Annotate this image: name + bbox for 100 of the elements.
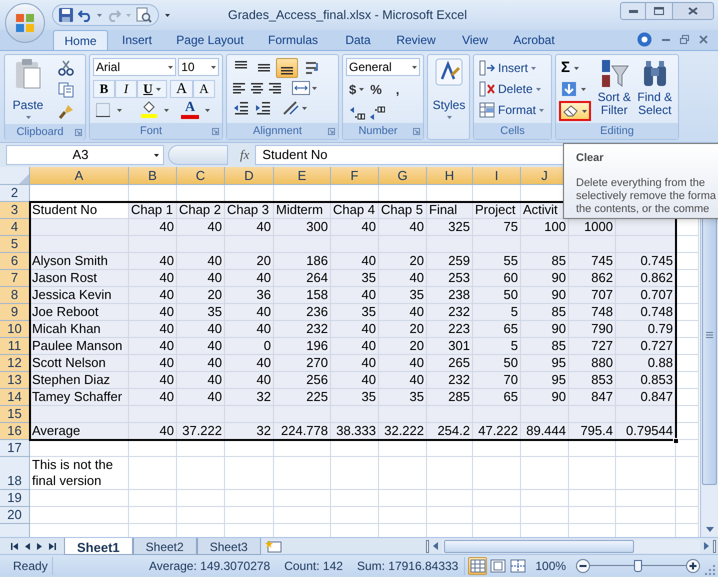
column-header[interactable]: A [30, 167, 129, 185]
status-count: Count: 142 [284, 558, 343, 574]
row-header[interactable]: 17 [0, 440, 30, 457]
sort-filter-button[interactable]: Sort & Filter [594, 58, 634, 121]
table-cell: 40 [129, 270, 177, 287]
table-cell: 0.745 [616, 253, 676, 270]
table-cell: Chap 1 [129, 202, 177, 219]
table-cell: 264 [274, 270, 331, 287]
table-cell: 85 [521, 253, 569, 270]
table-cell: 40 [129, 423, 177, 440]
grow-font-button[interactable]: A [170, 80, 193, 98]
ribbon-tab[interactable]: Formulas [254, 30, 332, 50]
table-cell: 40 [331, 287, 379, 304]
table-cell: 55 [473, 253, 521, 270]
row-header[interactable]: 16 [0, 423, 30, 440]
row-header[interactable]: 6 [0, 253, 30, 270]
name-box[interactable]: A3 [6, 145, 164, 165]
table-cell: Chap 3 [225, 202, 274, 219]
column-header[interactable]: E [274, 167, 331, 185]
table-cell: 847 [569, 389, 616, 406]
sheet-tab[interactable]: Sheet1 [64, 538, 133, 554]
row-header[interactable]: 2 [0, 185, 30, 202]
ribbon-tab[interactable]: Acrobat [502, 30, 566, 50]
row-header[interactable]: 15 [0, 406, 30, 423]
table-cell: 20 [379, 253, 427, 270]
row-header[interactable]: 18 [0, 457, 30, 490]
currency-button[interactable]: $ [349, 80, 364, 100]
column-header[interactable]: I [473, 167, 521, 185]
table-cell: 40 [177, 338, 225, 355]
delete-cells-button[interactable]: Delete [479, 79, 548, 99]
table-cell: Midterm [274, 202, 331, 219]
table-cell: 40 [225, 219, 274, 236]
find-select-button[interactable]: Find & Select [634, 58, 675, 121]
row-header[interactable]: 8 [0, 287, 30, 304]
column-header[interactable]: F [331, 167, 379, 185]
insert-cells-button[interactable]: Insert [479, 58, 548, 78]
group-label: Font [138, 124, 163, 139]
font-color-button[interactable]: A [181, 101, 199, 119]
table-cell: 0.853 [616, 372, 676, 389]
ribbon-tab[interactable]: Review [384, 30, 448, 50]
paste-button[interactable]: Paste [8, 58, 48, 124]
table-cell: Tamey Schaffer [30, 389, 129, 406]
table-cell: 707 [569, 287, 616, 304]
table-cell: 90 [521, 287, 569, 304]
font-size-field[interactable]: 10 [178, 58, 219, 76]
bold-button[interactable]: B [93, 80, 115, 98]
table-cell: 238 [427, 287, 473, 304]
shrink-font-button[interactable]: A [193, 80, 215, 98]
format-cells-button[interactable]: Format [479, 100, 548, 120]
row-header[interactable]: 7 [0, 270, 30, 287]
table-cell: 35 [379, 287, 427, 304]
status-sum: Sum: 17916.84333 [356, 558, 458, 574]
underline-button[interactable]: U [137, 80, 167, 98]
row-header[interactable]: 11 [0, 338, 30, 355]
percent-button[interactable]: % [370, 80, 382, 100]
column-header[interactable]: G [379, 167, 427, 185]
ribbon-tab[interactable]: Home [53, 30, 108, 50]
column-header[interactable]: C [177, 167, 225, 185]
row-header[interactable]: 3 [0, 202, 30, 219]
table-cell: 853 [569, 372, 616, 389]
column-header[interactable]: H [427, 167, 473, 185]
sheet-tab[interactable]: Sheet2 [132, 538, 197, 554]
row-header[interactable]: 4 [0, 219, 30, 236]
comma-button[interactable]: , [396, 80, 400, 100]
table-cell: 100 [521, 219, 569, 236]
column-header[interactable]: B [129, 167, 177, 185]
table-cell: 727 [569, 338, 616, 355]
row-header[interactable]: 10 [0, 321, 30, 338]
group-label: Editing [599, 124, 635, 139]
row-header[interactable]: 12 [0, 355, 30, 372]
table-cell: Paulee Manson [30, 338, 129, 355]
sheet-tab[interactable]: Sheet3 [196, 538, 261, 554]
styles-button[interactable]: Styles [431, 58, 467, 119]
window-title: Grades_Access_final.xlsx - Microsoft Excel [228, 6, 467, 24]
ribbon-tab[interactable]: Insert [108, 30, 166, 50]
table-cell: 40 [379, 270, 427, 287]
table-cell: 223 [427, 321, 473, 338]
row-header[interactable]: 14 [0, 389, 30, 406]
row-header[interactable]: 5 [0, 236, 30, 253]
table-cell: 1000 [569, 219, 616, 236]
italic-button[interactable]: I [115, 80, 137, 98]
zoom-level[interactable]: 100% [535, 556, 566, 574]
table-cell: 232 [274, 321, 331, 338]
row-header[interactable]: 13 [0, 372, 30, 389]
font-name-field[interactable]: Arial [93, 58, 176, 76]
insert-function-button[interactable]: fx [240, 145, 250, 165]
row-header[interactable]: 20 [0, 507, 30, 524]
row-header[interactable]: 9 [0, 304, 30, 321]
column-header[interactable]: D [225, 167, 274, 185]
row-header[interactable]: 19 [0, 490, 30, 507]
table-cell: 40 [225, 321, 274, 338]
number-format-field[interactable]: General [346, 58, 420, 76]
table-cell: 0.707 [616, 287, 676, 304]
autosum-button[interactable]: Σ [559, 59, 591, 77]
ribbon-tab[interactable]: Data [332, 30, 384, 50]
ribbon-tab[interactable]: View [448, 30, 502, 50]
table-cell: 38.333 [331, 423, 379, 440]
table-cell: 880 [569, 355, 616, 372]
ribbon-tab[interactable]: Page Layout [166, 30, 254, 50]
table-cell: 40 [331, 372, 379, 389]
